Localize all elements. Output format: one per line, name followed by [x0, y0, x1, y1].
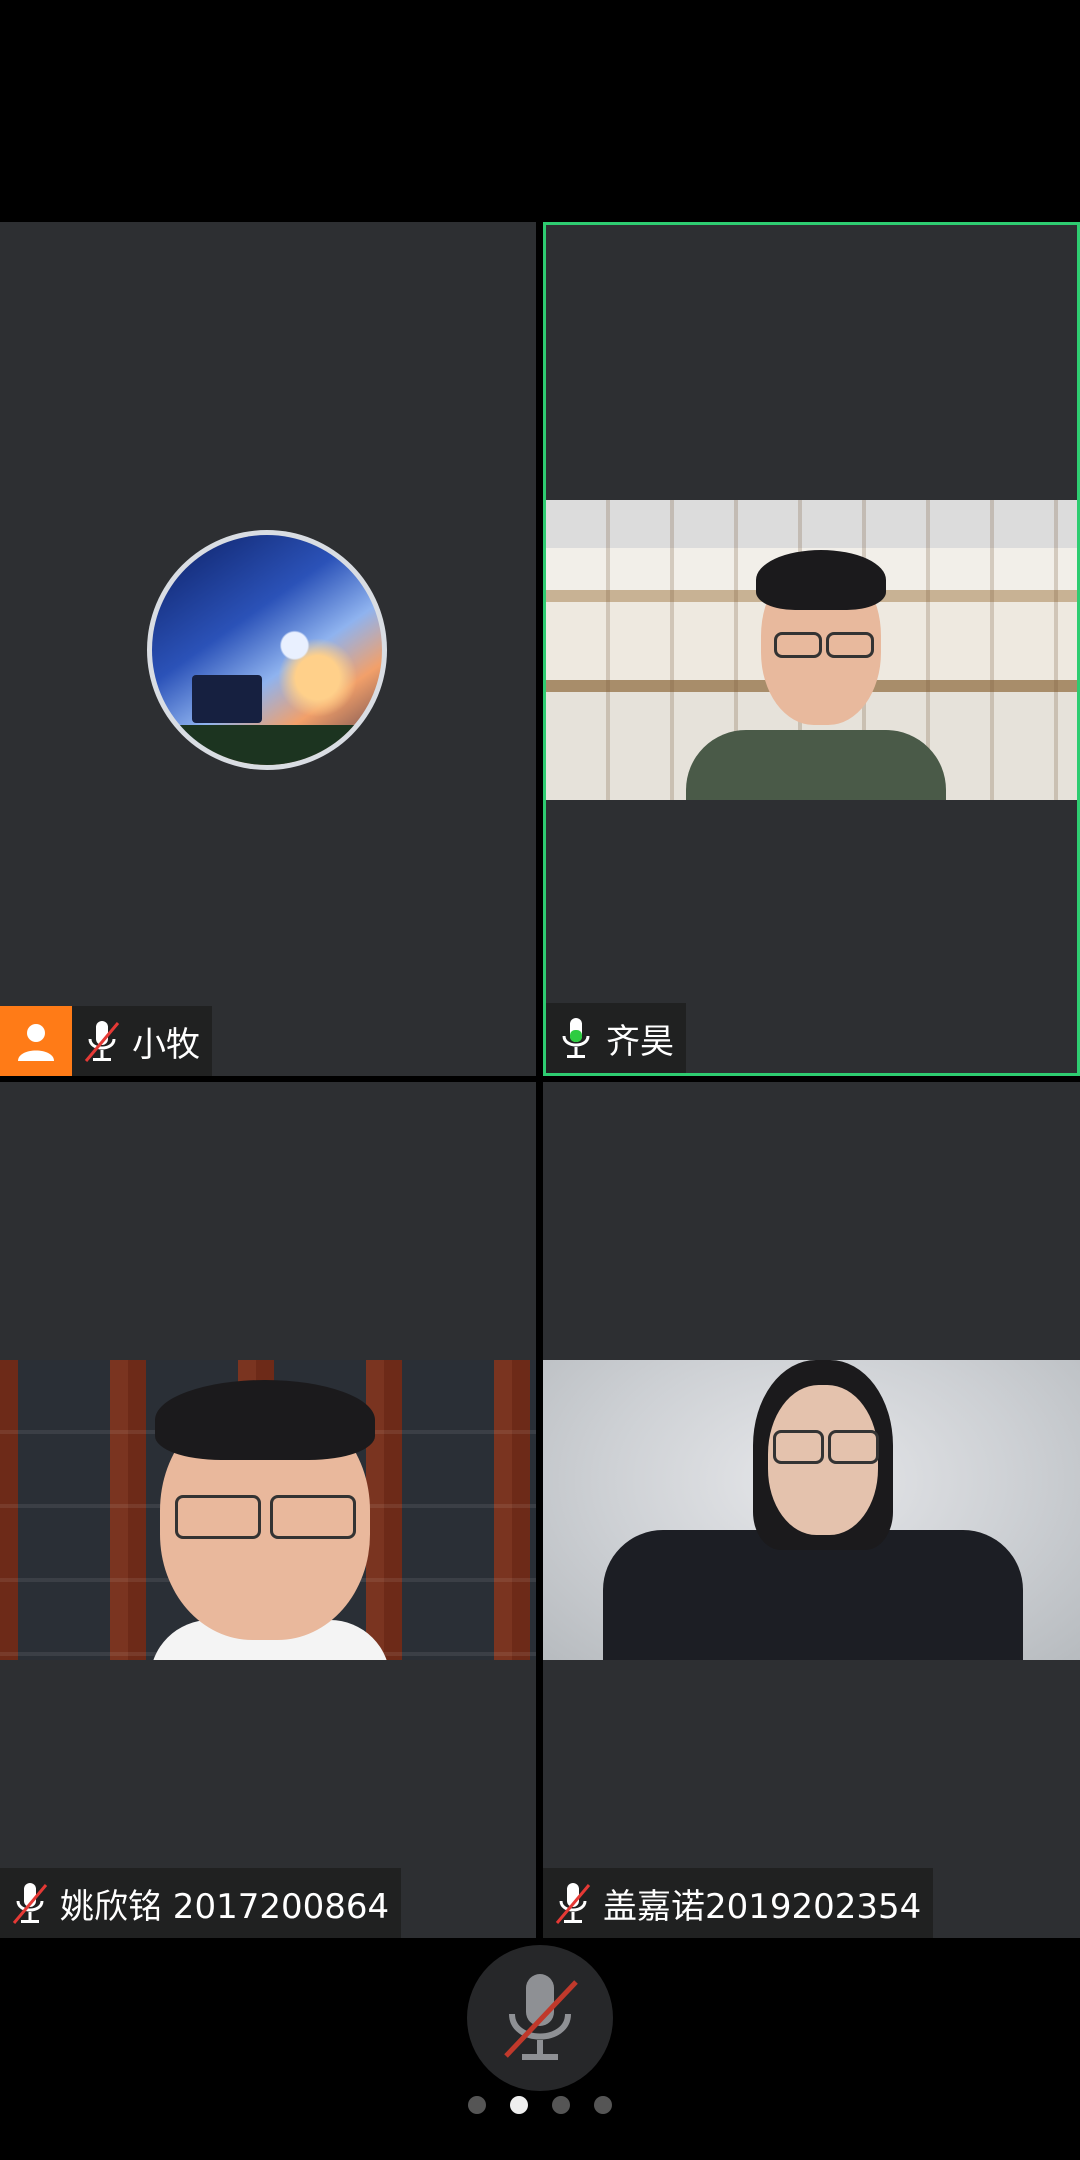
- microphone-muted-icon: [504, 1974, 578, 2060]
- participant-name: 姚欣铭 2017200864: [60, 1886, 390, 1927]
- mute-toggle-button[interactable]: [467, 1945, 613, 2091]
- person-icon: [18, 1024, 54, 1061]
- page-dot-4[interactable]: [594, 2096, 612, 2114]
- participant-name: 齐昊: [606, 1021, 674, 1062]
- participant-video: [543, 1360, 1080, 1660]
- page-dot-2[interactable]: [510, 2096, 528, 2114]
- page-dot-1[interactable]: [468, 2096, 486, 2114]
- page-dot-3[interactable]: [552, 2096, 570, 2114]
- participant-name-tag: 姚欣铭 2017200864: [0, 1868, 402, 1938]
- anime-avatar-image: [152, 535, 382, 765]
- participant-tile-1[interactable]: 小牧: [0, 222, 536, 1076]
- participant-name-tag: 盖嘉诺2019202354: [543, 1868, 934, 1938]
- mic-muted-icon: [0, 1868, 60, 1938]
- page-indicator[interactable]: [0, 2096, 1080, 2114]
- participant-name-tag: 小牧: [0, 1006, 212, 1076]
- participant-video: [546, 500, 1077, 800]
- mic-muted-icon: [72, 1006, 132, 1076]
- participant-tile-2[interactable]: 齐昊: [543, 222, 1080, 1076]
- participant-tile-3[interactable]: 姚欣铭 2017200864: [0, 1082, 536, 1938]
- participant-video: [0, 1360, 536, 1660]
- host-badge-icon: [0, 1006, 72, 1076]
- participant-name-tag: 齐昊: [546, 1003, 686, 1073]
- mic-active-icon: [546, 1003, 606, 1073]
- participant-name: 盖嘉诺2019202354: [603, 1886, 922, 1927]
- participant-tile-4[interactable]: 盖嘉诺2019202354: [543, 1082, 1080, 1938]
- mic-muted-icon: [543, 1868, 603, 1938]
- participant-name: 小牧: [132, 1024, 200, 1065]
- participant-avatar: [147, 530, 387, 770]
